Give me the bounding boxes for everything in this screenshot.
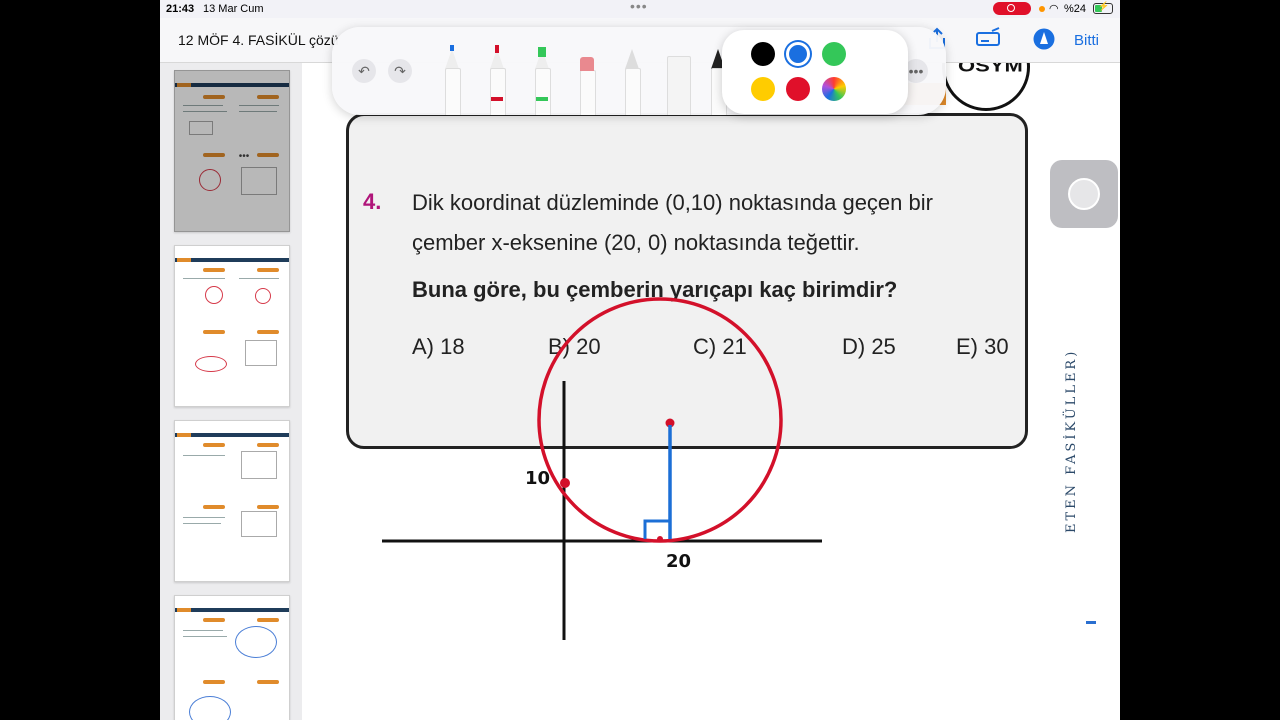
wifi-icon: ◠ xyxy=(1049,3,1059,15)
battery-icon xyxy=(1093,1,1113,14)
status-time: 21:43 xyxy=(166,3,195,15)
color-blue-swatch[interactable] xyxy=(786,42,810,66)
screen-recording-icon[interactable] xyxy=(993,2,1031,15)
side-mark xyxy=(1086,621,1096,624)
page-thumbnails-sidebar: ••• xyxy=(160,63,302,720)
lasso-tool-icon[interactable] xyxy=(622,45,642,115)
assistive-touch-button[interactable] xyxy=(1050,160,1118,228)
tangent-point-dot xyxy=(657,536,663,542)
highlighter-tool-icon[interactable] xyxy=(532,45,552,115)
page-thumbnail-2[interactable] xyxy=(174,245,290,407)
ruler-tool-icon[interactable] xyxy=(664,45,691,115)
color-black-swatch[interactable] xyxy=(751,42,775,66)
assistive-touch-knob-icon xyxy=(1068,178,1100,210)
color-picker-swatch[interactable] xyxy=(822,77,846,101)
right-angle-stroke xyxy=(643,519,670,539)
pen-tool-icon[interactable] xyxy=(442,45,462,115)
multitask-dots-icon[interactable]: ••• xyxy=(630,0,648,14)
page-thumbnail-3[interactable] xyxy=(174,420,290,582)
label-10: 10 xyxy=(525,468,550,489)
markup-toggle-icon[interactable] xyxy=(975,27,1001,53)
battery-percent: %24 xyxy=(1064,3,1087,15)
eraser-tool-icon[interactable] xyxy=(577,45,597,115)
point-0-10-dot xyxy=(560,478,570,488)
redo-icon[interactable]: ↷ xyxy=(388,59,412,83)
color-yellow-swatch[interactable] xyxy=(751,77,775,101)
document-title[interactable]: 12 MÖF 4. FASİKÜL çözü xyxy=(178,32,348,48)
label-20: 20 xyxy=(666,551,691,572)
page-thumbnail-1[interactable]: ••• xyxy=(174,70,290,232)
tangent-circle-stroke xyxy=(537,297,783,543)
color-palette xyxy=(722,30,908,114)
color-red-swatch[interactable] xyxy=(786,77,810,101)
marker-tool-icon[interactable] xyxy=(487,45,507,115)
color-green-swatch[interactable] xyxy=(822,42,846,66)
document-page[interactable]: ÖSYM 4. Dik koordinat düzleminde (0,10) … xyxy=(302,63,1120,720)
undo-icon[interactable]: ↶ xyxy=(352,59,376,83)
handwritten-drawing: 10 20 xyxy=(382,297,822,640)
status-date: 13 Mar Cum xyxy=(203,3,264,15)
side-vertical-text: ETEN FASİKÜLLER) xyxy=(1064,348,1079,533)
mic-indicator-icon xyxy=(1039,6,1045,12)
status-bar: 21:43 13 Mar Cum ••• ◠ %24 xyxy=(160,0,1120,18)
ipad-screen: 21:43 13 Mar Cum ••• ◠ %24 12 MÖF 4. FAS… xyxy=(160,0,1120,720)
pencil-circle-icon[interactable] xyxy=(1031,27,1057,53)
done-button[interactable]: Bitti xyxy=(1074,32,1099,49)
page-thumbnail-4[interactable] xyxy=(174,595,290,720)
thumbnail-more-icon[interactable]: ••• xyxy=(235,149,253,167)
